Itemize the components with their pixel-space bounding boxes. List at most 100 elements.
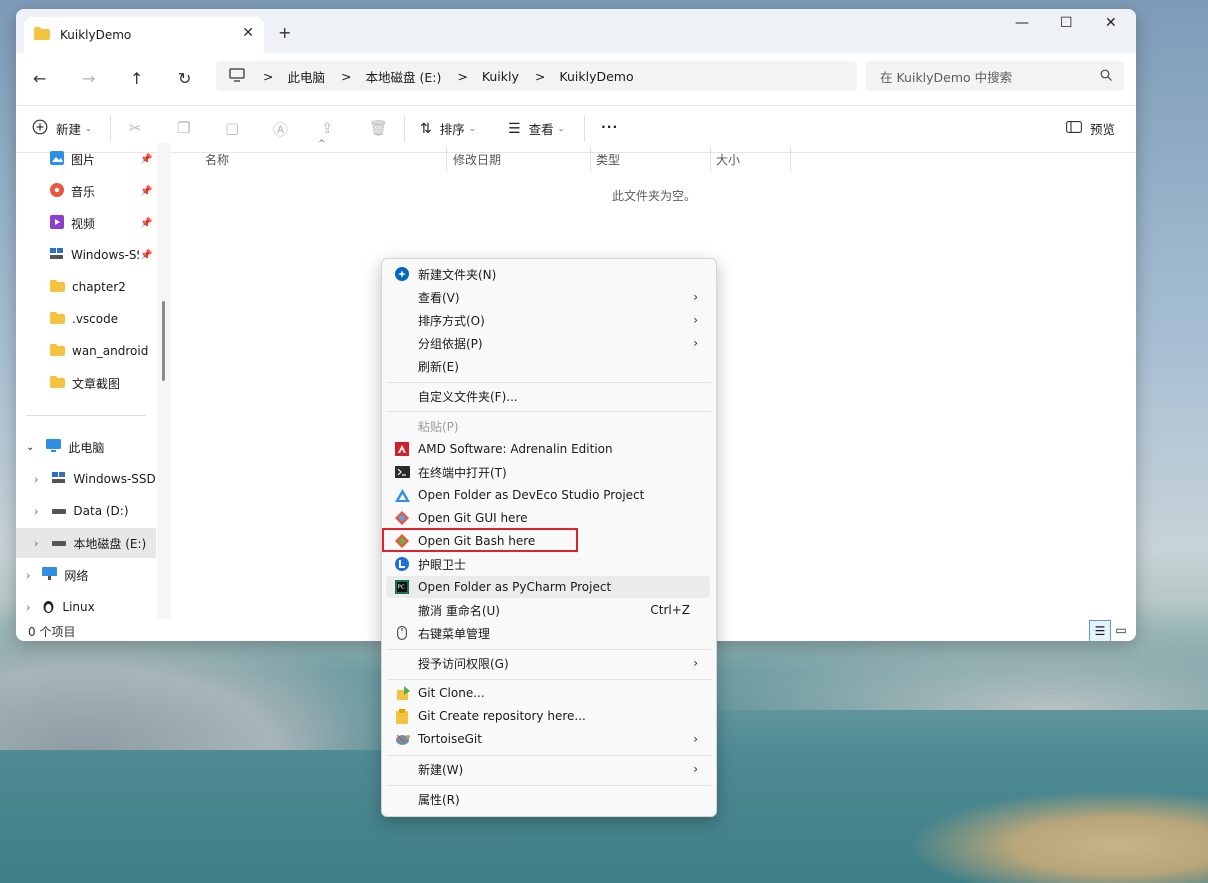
menu-item-label: 新建(W) — [418, 762, 464, 777]
menu-item-label: 分组依据(P) — [418, 336, 483, 351]
mouse-icon — [394, 625, 410, 641]
close-button[interactable]: ✕ — [1105, 15, 1117, 31]
preview-button[interactable]: 预览 — [1066, 119, 1115, 138]
menu-item-eye-guard[interactable]: 护眼卫士 — [386, 553, 710, 575]
column-header-type[interactable]: 类型 — [596, 149, 620, 171]
menu-item-label: 查看(V) — [418, 290, 460, 305]
copy-icon[interactable]: ❐ — [177, 119, 190, 137]
folder-icon — [50, 375, 65, 391]
minimize-button[interactable]: — — [1015, 15, 1029, 31]
sidebar-item-label: Data (D:) — [73, 504, 129, 518]
sidebar-item-data-d[interactable]: › Data (D:) — [16, 496, 156, 526]
menu-item-group-by[interactable]: 分组依据(P) › — [386, 332, 710, 354]
menu-item-deveco-studio[interactable]: Open Folder as DevEco Studio Project — [386, 484, 710, 506]
tab-title: KuiklyDemo — [60, 28, 132, 42]
sidebar-item-chapter2[interactable]: chapter2 — [16, 272, 156, 302]
tab-close-icon[interactable]: ✕ — [242, 25, 254, 41]
up-button[interactable]: ↑ — [130, 69, 143, 88]
back-button[interactable]: ← — [33, 69, 46, 88]
menu-item-new[interactable]: 新建(W) › — [386, 758, 710, 780]
amd-icon — [394, 441, 410, 457]
pin-icon: 📌 — [140, 217, 153, 229]
sidebar-item-label: Windows-SSD — [71, 248, 139, 262]
paste-icon[interactable]: ▢ — [225, 119, 239, 137]
chevron-right-icon: > — [341, 68, 352, 84]
chevron-right-icon: › — [693, 313, 698, 327]
menu-item-customize-folder[interactable]: 自定义文件夹(F)... — [386, 385, 710, 407]
breadcrumb[interactable]: > 此电脑 > 本地磁盘 (E:) > Kuikly > KuiklyDemo — [216, 61, 857, 91]
column-header-modified[interactable]: 修改日期 — [453, 149, 501, 171]
more-options-icon[interactable]: ··· — [601, 119, 618, 134]
drive-icon — [52, 471, 66, 487]
sidebar-item-label: .vscode — [72, 312, 119, 326]
sidebar-item-video[interactable]: 视频 📌 — [16, 208, 156, 238]
video-icon — [50, 214, 64, 232]
computer-icon — [46, 439, 62, 455]
menu-item-git-clone[interactable]: Git Clone... — [386, 682, 710, 704]
sidebar-item-wan-android[interactable]: wan_android — [16, 336, 156, 366]
sidebar-item-windows-ssd-drive[interactable]: › Windows-SSD — [16, 464, 156, 494]
folder-icon — [50, 343, 65, 359]
menu-item-undo-rename[interactable]: 撤消 重命名(U) Ctrl+Z — [386, 599, 710, 621]
menu-item-properties[interactable]: 属性(R) — [386, 788, 710, 810]
menu-item-open-in-terminal[interactable]: 在终端中打开(T) — [386, 461, 710, 483]
menu-item-label: 右键菜单管理 — [418, 626, 491, 641]
tortoisegit-icon — [394, 731, 410, 747]
chevron-right-icon: › — [693, 336, 698, 350]
sort-button[interactable]: ⇅ 排序 ⌄ — [420, 119, 475, 138]
menu-item-refresh[interactable]: 刷新(E) — [386, 355, 710, 377]
divider — [110, 116, 111, 142]
large-icons-view-button[interactable]: ▭ — [1111, 620, 1131, 640]
sidebar-item-label: 此电脑 — [68, 440, 105, 455]
sidebar-item-windows-ssd[interactable]: Windows-SSD 📌 — [16, 240, 156, 270]
menu-item-new-folder[interactable]: 新建文件夹(N) — [386, 263, 710, 285]
tab-kuiklydemo[interactable]: KuiklyDemo ✕ — [24, 17, 264, 53]
maximize-button[interactable]: ☐ — [1060, 15, 1073, 31]
column-header-size[interactable]: 大小 — [716, 149, 740, 171]
menu-item-view[interactable]: 查看(V) › — [386, 286, 710, 308]
breadcrumb-kuikly[interactable]: Kuikly — [482, 69, 519, 84]
drive-icon — [50, 247, 64, 263]
menu-item-sort-by[interactable]: 排序方式(O) › — [386, 309, 710, 331]
chevron-right-icon: › — [693, 762, 698, 776]
share-icon[interactable]: ⇪ — [321, 119, 334, 137]
menu-item-pycharm[interactable]: PC Open Folder as PyCharm Project — [386, 576, 710, 598]
menu-item-context-menu-manager[interactable]: 右键菜单管理 — [386, 622, 710, 644]
search-input[interactable]: 在 KuiklyDemo 中搜索 — [866, 61, 1124, 91]
cut-icon[interactable]: ✂ — [129, 119, 142, 137]
sidebar-item-label: 视频 — [71, 216, 96, 231]
breadcrumb-drive-e[interactable]: 本地磁盘 (E:) — [365, 67, 441, 86]
chevron-right-icon: › — [34, 536, 39, 550]
menu-item-git-create-repo[interactable]: Git Create repository here... — [386, 705, 710, 727]
pin-icon: 📌 — [140, 249, 153, 261]
menu-item-git-gui[interactable]: Open Git GUI here — [386, 507, 710, 529]
chevron-right-icon: > — [534, 68, 546, 84]
menu-item-amd-software[interactable]: AMD Software: Adrenalin Edition — [386, 438, 710, 460]
refresh-button[interactable]: ↻ — [178, 69, 191, 88]
sidebar-item-linux[interactable]: › Linux — [16, 592, 156, 622]
sidebar-item-article-screenshots[interactable]: 文章截图 — [16, 368, 156, 398]
new-button[interactable]: 新建 ⌄ — [32, 119, 92, 138]
details-view-button[interactable]: ☰ — [1089, 620, 1111, 641]
menu-item-tortoisegit[interactable]: TortoiseGit › — [386, 728, 710, 750]
menu-item-paste[interactable]: 粘贴(P) — [386, 415, 710, 437]
menu-item-shortcut: Ctrl+Z — [650, 603, 690, 617]
sidebar-item-music[interactable]: 音乐 📌 — [16, 176, 156, 206]
sidebar-item-this-pc[interactable]: ⌄ 此电脑 — [16, 432, 156, 462]
sidebar-item-network[interactable]: › 网络 — [16, 560, 156, 590]
chevron-down-icon: ⌄ — [85, 124, 92, 133]
breadcrumb-this-pc[interactable]: 此电脑 — [287, 67, 325, 86]
menu-item-grant-access[interactable]: 授予访问权限(G) › — [386, 652, 710, 674]
sidebar-item-pictures[interactable]: 图片 📌 — [16, 144, 156, 174]
sidebar-item-drive-e[interactable]: › 本地磁盘 (E:) — [16, 528, 156, 558]
forward-button[interactable]: → — [82, 69, 95, 88]
pycharm-icon: PC — [394, 579, 410, 595]
column-header-name[interactable]: 名称 — [205, 149, 229, 171]
sidebar-item-vscode[interactable]: .vscode — [16, 304, 156, 334]
rename-icon[interactable]: Ⓐ — [273, 119, 288, 140]
breadcrumb-kuiklydemo[interactable]: KuiklyDemo — [559, 69, 633, 84]
new-tab-button[interactable]: + — [278, 23, 291, 42]
delete-icon[interactable]: 🗑 — [369, 119, 388, 137]
view-button[interactable]: ☰ 查看 ⌄ — [508, 119, 564, 138]
chevron-right-icon: > — [457, 68, 468, 84]
